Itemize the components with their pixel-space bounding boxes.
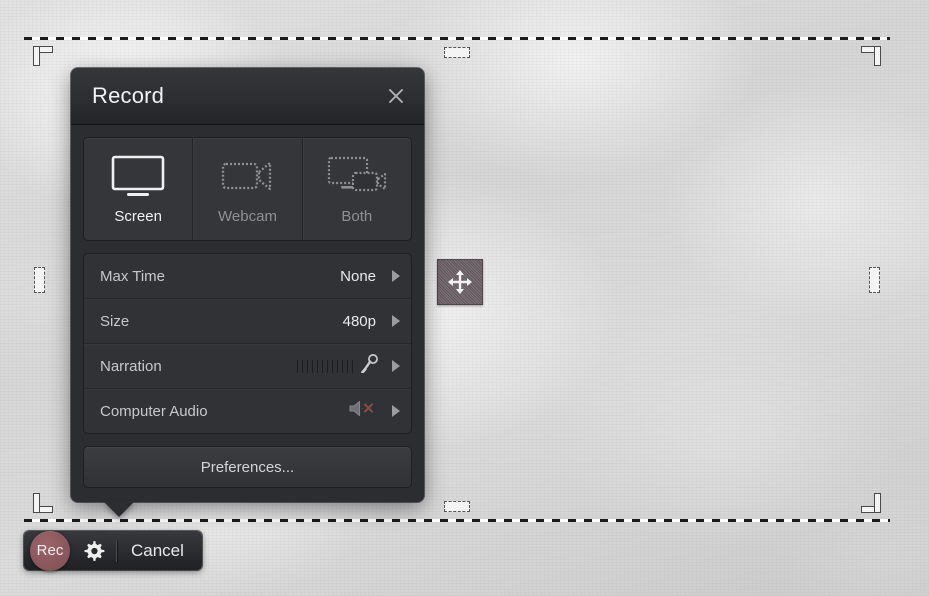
selection-border-top — [24, 37, 890, 40]
setting-label-max-time: Max Time — [100, 267, 166, 285]
resize-handle-top-left[interactable] — [33, 46, 53, 66]
preferences-button[interactable]: Preferences... — [83, 446, 412, 488]
selection-border-bottom — [24, 519, 890, 522]
chevron-right-icon — [390, 405, 400, 417]
audio-level-bar — [321, 358, 324, 374]
speaker-muted-icon — [348, 399, 378, 423]
handle-arm — [874, 493, 881, 513]
mode-label-both: Both — [341, 208, 373, 225]
resize-handle-bottom-right[interactable] — [861, 493, 881, 513]
resize-handle-left[interactable] — [34, 266, 45, 293]
mode-button-screen[interactable]: Screen — [84, 138, 194, 240]
webcam-icon — [216, 153, 278, 199]
audio-level-bar — [316, 358, 319, 374]
screen-and-webcam-icon — [324, 153, 390, 199]
close-button[interactable] — [382, 82, 410, 110]
monitor-icon — [107, 153, 169, 199]
settings-list: Max Time None Size 480p Narration Comput… — [83, 253, 412, 434]
mode-label-screen: Screen — [114, 208, 162, 225]
handle-arm — [874, 46, 881, 66]
audio-level-meter — [296, 358, 354, 374]
cancel-button[interactable]: Cancel — [127, 541, 188, 561]
recorder-toolbar: Rec Cancel — [24, 530, 202, 571]
gear-icon — [84, 541, 104, 561]
setting-value-max-time: None — [340, 267, 376, 285]
selection-border-left — [24, 37, 27, 522]
audio-level-bar — [296, 358, 299, 374]
audio-level-bar — [326, 358, 329, 374]
setting-row-max-time[interactable]: Max Time None — [84, 254, 411, 299]
recording-mode-selector: Screen Webcam Both — [83, 137, 412, 241]
audio-level-bar — [311, 358, 314, 374]
setting-row-narration[interactable]: Narration — [84, 344, 411, 389]
setting-label-size: Size — [100, 312, 130, 330]
narration-indicators — [296, 354, 378, 378]
setting-value-size: 480p — [342, 312, 376, 330]
close-icon — [389, 89, 403, 103]
popover-tail — [103, 501, 135, 517]
mode-button-both[interactable]: Both — [303, 138, 411, 240]
audio-level-bar — [336, 358, 339, 374]
dialog-titlebar[interactable]: Record — [71, 68, 424, 125]
resize-handle-bottom[interactable] — [444, 501, 470, 512]
chevron-right-icon — [390, 270, 400, 282]
audio-level-bar — [341, 358, 344, 374]
gear-button[interactable] — [80, 538, 106, 564]
audio-level-bar — [331, 358, 334, 374]
microphone-icon — [361, 354, 378, 378]
chevron-right-icon — [390, 315, 400, 327]
toolbar-divider — [116, 539, 117, 562]
mode-label-webcam: Webcam — [218, 208, 277, 225]
computer-audio-indicators — [348, 399, 378, 423]
setting-row-size[interactable]: Size 480p — [84, 299, 411, 344]
dialog-body: Screen Webcam Both Max Time None Size 48… — [71, 125, 424, 517]
audio-level-bar — [306, 358, 309, 374]
handle-arm — [33, 493, 40, 513]
selection-border-right — [887, 37, 890, 522]
audio-level-bar — [351, 358, 354, 374]
move-region-handle[interactable] — [437, 259, 483, 305]
setting-label-narration: Narration — [100, 357, 162, 375]
resize-handle-bottom-left[interactable] — [33, 493, 53, 513]
handle-arm — [33, 46, 40, 66]
setting-label-computer-audio: Computer Audio — [100, 402, 208, 420]
move-arrows-icon — [448, 270, 472, 294]
mode-button-webcam[interactable]: Webcam — [193, 138, 303, 240]
dialog-title: Record — [92, 83, 165, 108]
audio-level-bar — [346, 358, 349, 374]
chevron-right-icon — [390, 360, 400, 372]
resize-handle-top[interactable] — [444, 47, 470, 58]
resize-handle-right[interactable] — [869, 266, 880, 293]
audio-level-bar — [301, 358, 304, 374]
rec-button[interactable]: Rec — [30, 530, 70, 571]
resize-handle-top-right[interactable] — [861, 46, 881, 66]
record-dialog: Record Screen Webcam Both Max Time None … — [71, 68, 424, 517]
setting-row-computer-audio[interactable]: Computer Audio — [84, 389, 411, 433]
